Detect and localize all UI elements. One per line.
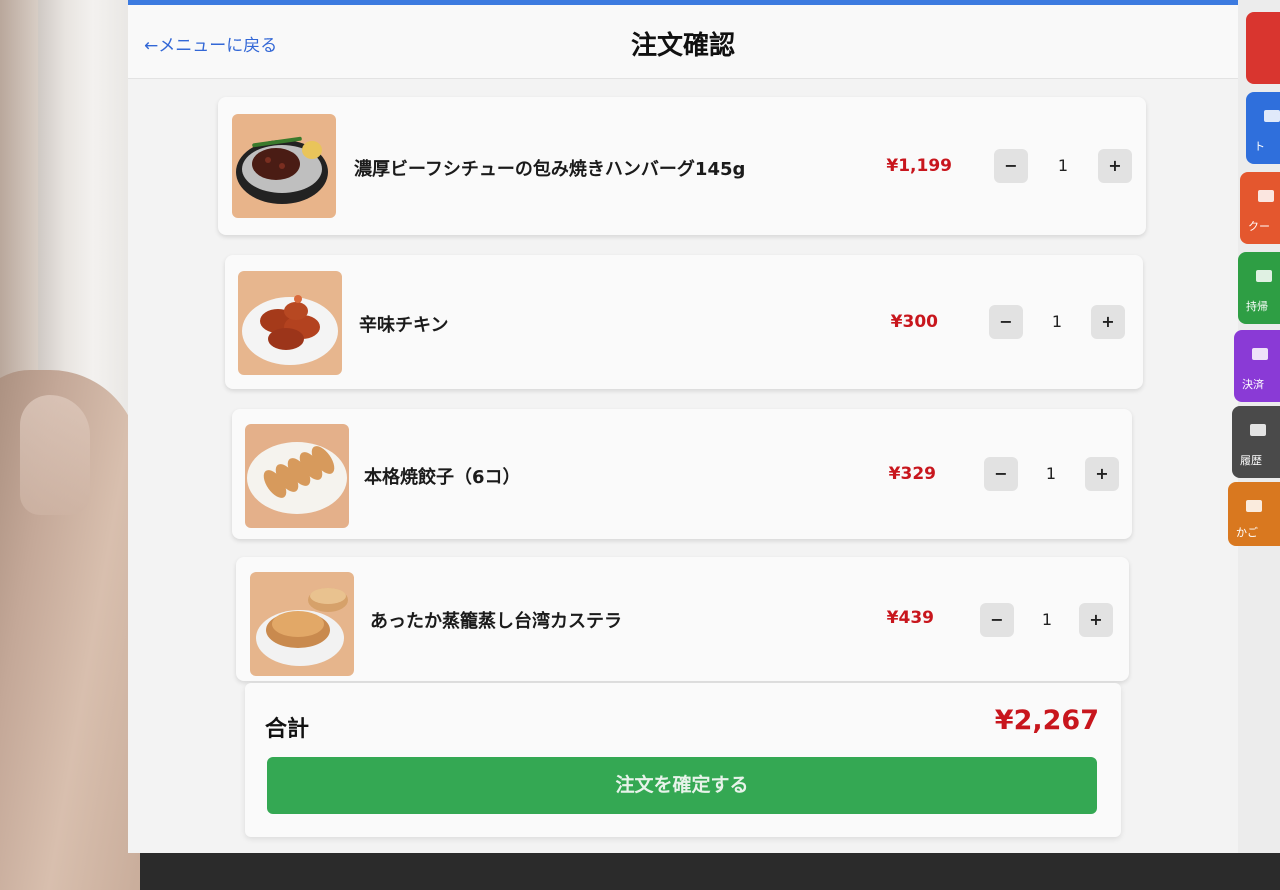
order-summary: 合計 ¥2,267 注文を確定する [245,683,1121,837]
item-name: 濃厚ビーフシチューの包み焼きハンバーグ145g [354,159,746,180]
item-price: ¥329 [888,464,936,484]
decrease-qty-button[interactable]: − [984,457,1018,491]
increase-qty-button[interactable]: + [1079,603,1113,637]
order-item: あったか蒸籠蒸し台湾カステラ ¥439 − 1 + [236,557,1129,681]
decrease-qty-button[interactable]: − [980,603,1014,637]
side-nav-label: 決済 [1242,378,1264,391]
order-content: 濃厚ビーフシチューの包み焼きハンバーグ145g ¥1,199 − 1 + 辛味チ… [128,79,1238,853]
gyoza-image [245,424,349,528]
spicy-chicken-image [238,271,342,375]
side-nav-button-history[interactable]: 履歴 [1232,406,1280,478]
side-nav-label: 持帰 [1246,300,1268,313]
side-nav-button-coupon[interactable]: クー [1240,172,1280,244]
side-nav-label: 履歴 [1240,454,1262,467]
page-title: 注文確認 [630,31,735,61]
side-nav-label: クー [1248,220,1270,233]
thumbnail-highlight [20,395,90,515]
decrease-qty-button[interactable]: − [989,305,1023,339]
item-name: 辛味チキン [359,315,449,336]
decrease-qty-button[interactable]: − [994,149,1028,183]
item-quantity: 1 [1051,312,1063,331]
item-name: 本格焼餃子（6コ） [364,467,521,488]
total-label: 合計 [265,717,310,742]
order-item: 辛味チキン ¥300 − 1 + [225,255,1143,389]
item-quantity: 1 [1045,464,1057,483]
tablet-screen: ←メニューに戻る 注文確認 濃厚ビーフシチューの包み焼きハンバーグ145g ¥1… [128,0,1280,853]
item-price: ¥439 [886,608,934,628]
clipboard-icon [1250,424,1266,436]
side-nav-button-top-page[interactable]: ト [1246,92,1280,164]
cart-icon [1246,500,1262,512]
order-item: 濃厚ビーフシチューの包み焼きハンバーグ145g ¥1,199 − 1 + [218,97,1146,235]
box-icon [1256,270,1272,282]
home-icon [1264,110,1280,122]
increase-qty-button[interactable]: + [1085,457,1119,491]
hamburg-steak-image [232,114,336,218]
side-nav-button-payment[interactable]: 決済 [1234,330,1280,402]
item-price: ¥300 [890,312,938,332]
taiwan-castella-image [250,572,354,676]
item-quantity: 1 [1057,156,1069,175]
side-navigation: ト クー 持帰 決済 履歴 かご [1228,0,1280,853]
coupon-icon [1258,190,1274,202]
item-price: ¥1,199 [886,156,952,176]
page-header: ←メニューに戻る 注文確認 [128,5,1238,79]
order-item: 本格焼餃子（6コ） ¥329 − 1 + [232,409,1132,539]
increase-qty-button[interactable]: + [1091,305,1125,339]
total-amount: ¥2,267 [994,705,1099,736]
item-quantity: 1 [1041,610,1053,629]
side-nav-label: かご [1236,526,1258,539]
item-name: あったか蒸籠蒸し台湾カステラ [370,611,622,632]
card-icon [1252,348,1268,360]
increase-qty-button[interactable]: + [1098,149,1132,183]
side-nav-button-cart[interactable]: かご [1228,482,1280,546]
side-nav-button-top[interactable] [1246,12,1280,84]
side-nav-button-takeout[interactable]: 持帰 [1238,252,1280,324]
side-nav-label: ト [1254,140,1265,153]
confirm-order-button[interactable]: 注文を確定する [267,757,1097,814]
